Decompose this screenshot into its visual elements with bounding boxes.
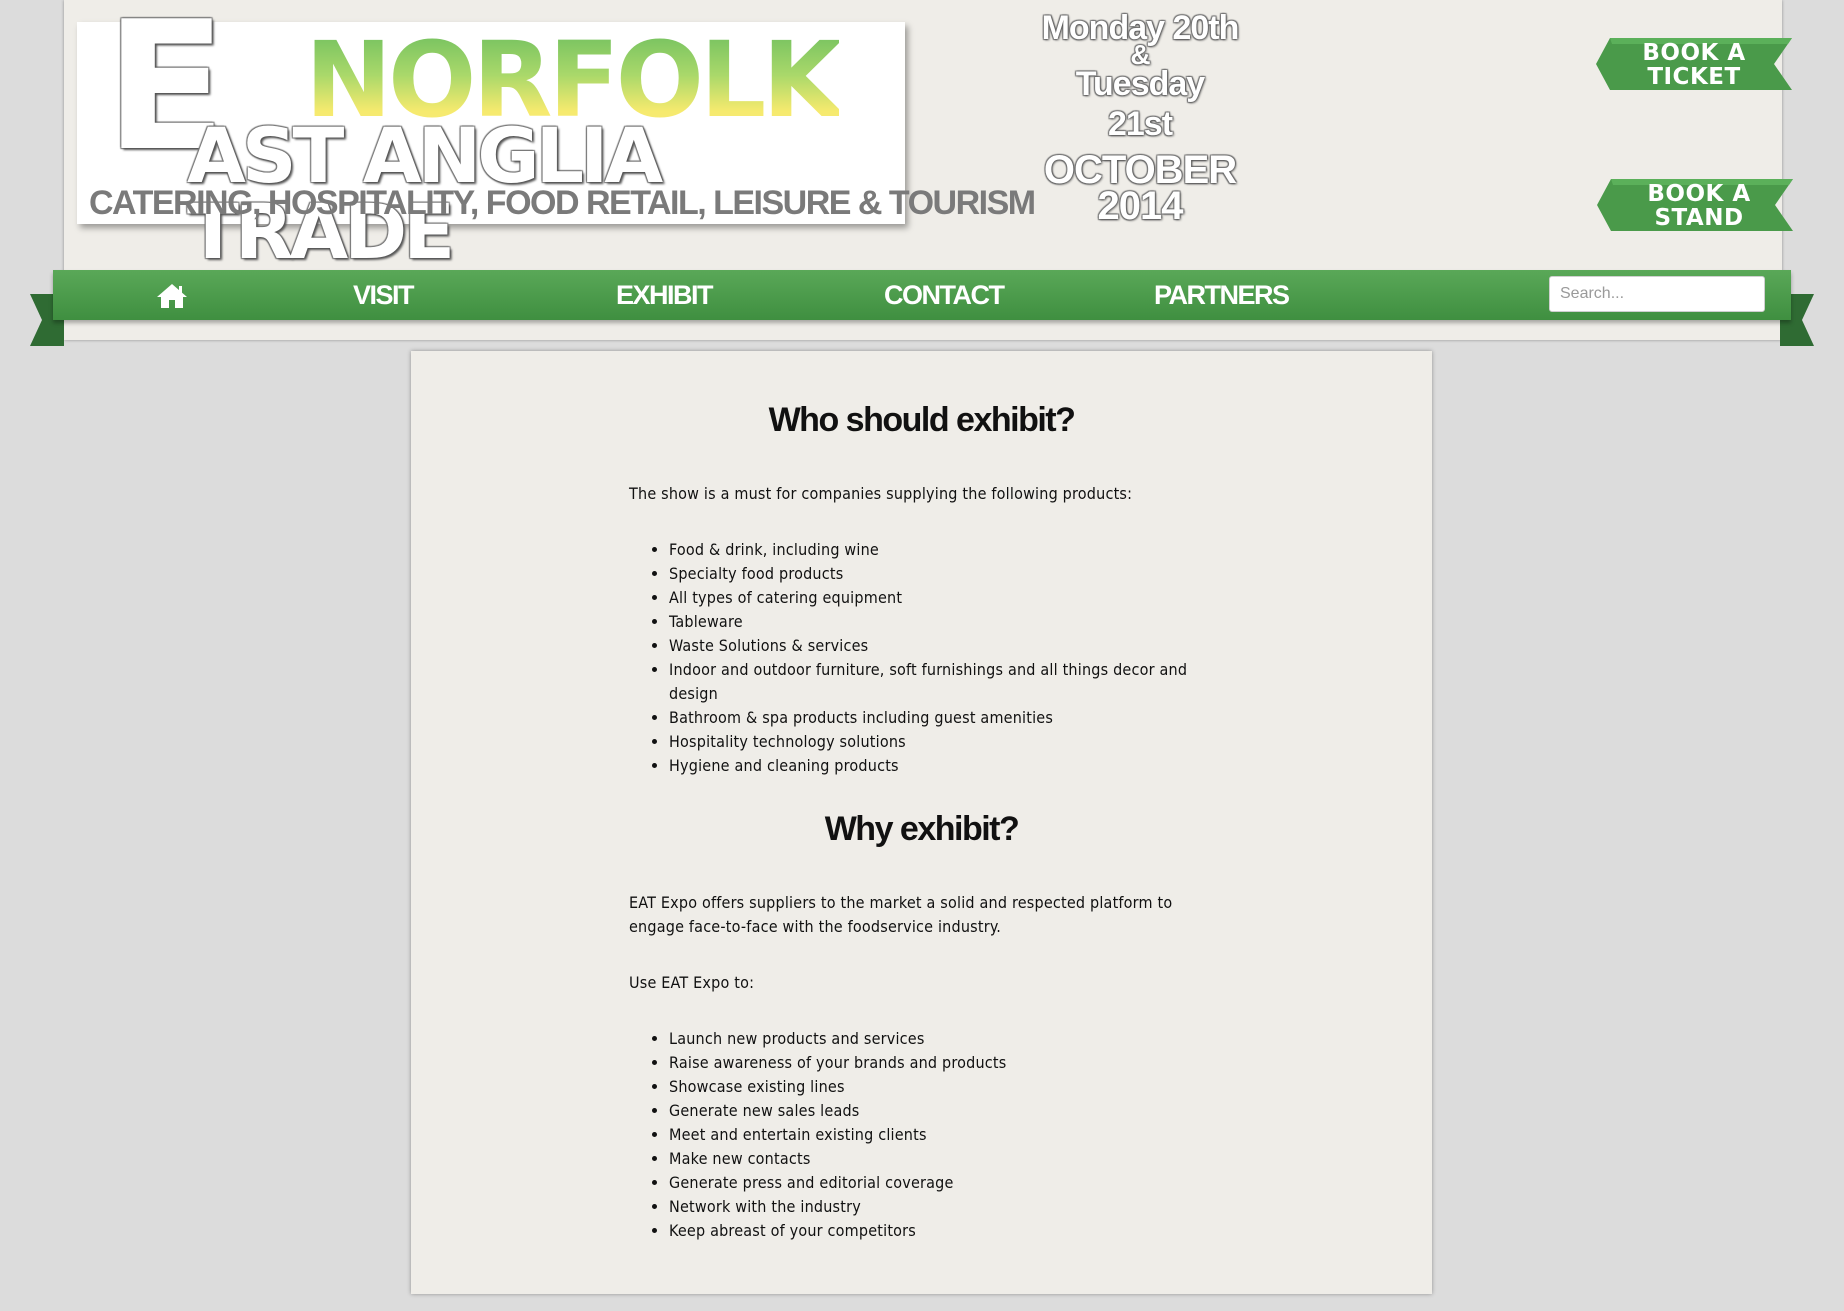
list-item: Bathroom & spa products including guest …: [669, 706, 1214, 730]
nav-item-partners[interactable]: PARTNERS: [1154, 280, 1290, 310]
date-ampersand: &: [1130, 39, 1150, 70]
benefits-list: Launch new products and services Raise a…: [629, 1027, 1214, 1243]
nav-item-visit[interactable]: VISIT: [353, 280, 415, 310]
home-icon[interactable]: [156, 283, 188, 309]
list-item: All types of catering equipment: [669, 586, 1214, 610]
date-year: 2014: [1097, 184, 1184, 228]
list-item: Food & drink, including wine: [669, 538, 1214, 562]
why-exhibit-heading: Why exhibit?: [824, 810, 1020, 848]
list-item: Generate press and editorial coverage: [669, 1171, 1214, 1195]
book-stand-button[interactable]: BOOK A STAND: [1597, 179, 1793, 231]
list-item: Showcase existing lines: [669, 1075, 1214, 1099]
list-item: Hygiene and cleaning products: [669, 754, 1214, 778]
nav-item-contact[interactable]: CONTACT: [884, 280, 1005, 310]
nav-item-exhibit[interactable]: EXHIBIT: [616, 280, 714, 310]
list-item: Keep abreast of your competitors: [669, 1219, 1214, 1243]
book-ticket-label: BOOK A TICKET: [1642, 40, 1746, 90]
list-item: Make new contacts: [669, 1147, 1214, 1171]
list-item: Hospitality technology solutions: [669, 730, 1214, 754]
list-item: Specialty food products: [669, 562, 1214, 586]
list-item: Tableware: [669, 610, 1214, 634]
list-item: Indoor and outdoor furniture, soft furni…: [669, 658, 1214, 706]
event-dates: Monday 20th & Tuesday 21st OCTOBER 2014: [1040, 10, 1240, 228]
book-ticket-button[interactable]: BOOK A TICKET: [1596, 38, 1792, 90]
use-eat-expo-text: Use EAT Expo to:: [629, 973, 755, 992]
search-input[interactable]: [1549, 276, 1765, 312]
site-logo[interactable]: E NORFOLK AST ANGLIA TRADE CATERING, HOS…: [77, 0, 1036, 270]
list-item: Waste Solutions & services: [669, 634, 1214, 658]
main-nav: VISIT EXHIBIT CONTACT PARTNERS: [53, 270, 1791, 320]
why-exhibit-text: EAT Expo offers suppliers to the market …: [629, 893, 1173, 936]
list-item: Launch new products and services: [669, 1027, 1214, 1051]
book-stand-label: BOOK A STAND: [1647, 181, 1751, 231]
who-should-exhibit-heading: Who should exhibit?: [768, 401, 1076, 439]
products-list: Food & drink, including wine Specialty f…: [629, 538, 1214, 778]
list-item: Meet and entertain existing clients: [669, 1123, 1214, 1147]
list-item: Network with the industry: [669, 1195, 1214, 1219]
date-day2: Tuesday 21st: [1075, 65, 1205, 143]
list-item: Generate new sales leads: [669, 1099, 1214, 1123]
who-intro-text: The show is a must for companies supplyi…: [629, 484, 1133, 503]
logo-tagline: CATERING, HOSPITALITY, FOOD RETAIL, LEIS…: [89, 184, 1036, 222]
main-content: Who should exhibit? The show is a must f…: [411, 351, 1432, 1294]
date-month: OCTOBER: [1043, 148, 1237, 192]
list-item: Raise awareness of your brands and produ…: [669, 1051, 1214, 1075]
